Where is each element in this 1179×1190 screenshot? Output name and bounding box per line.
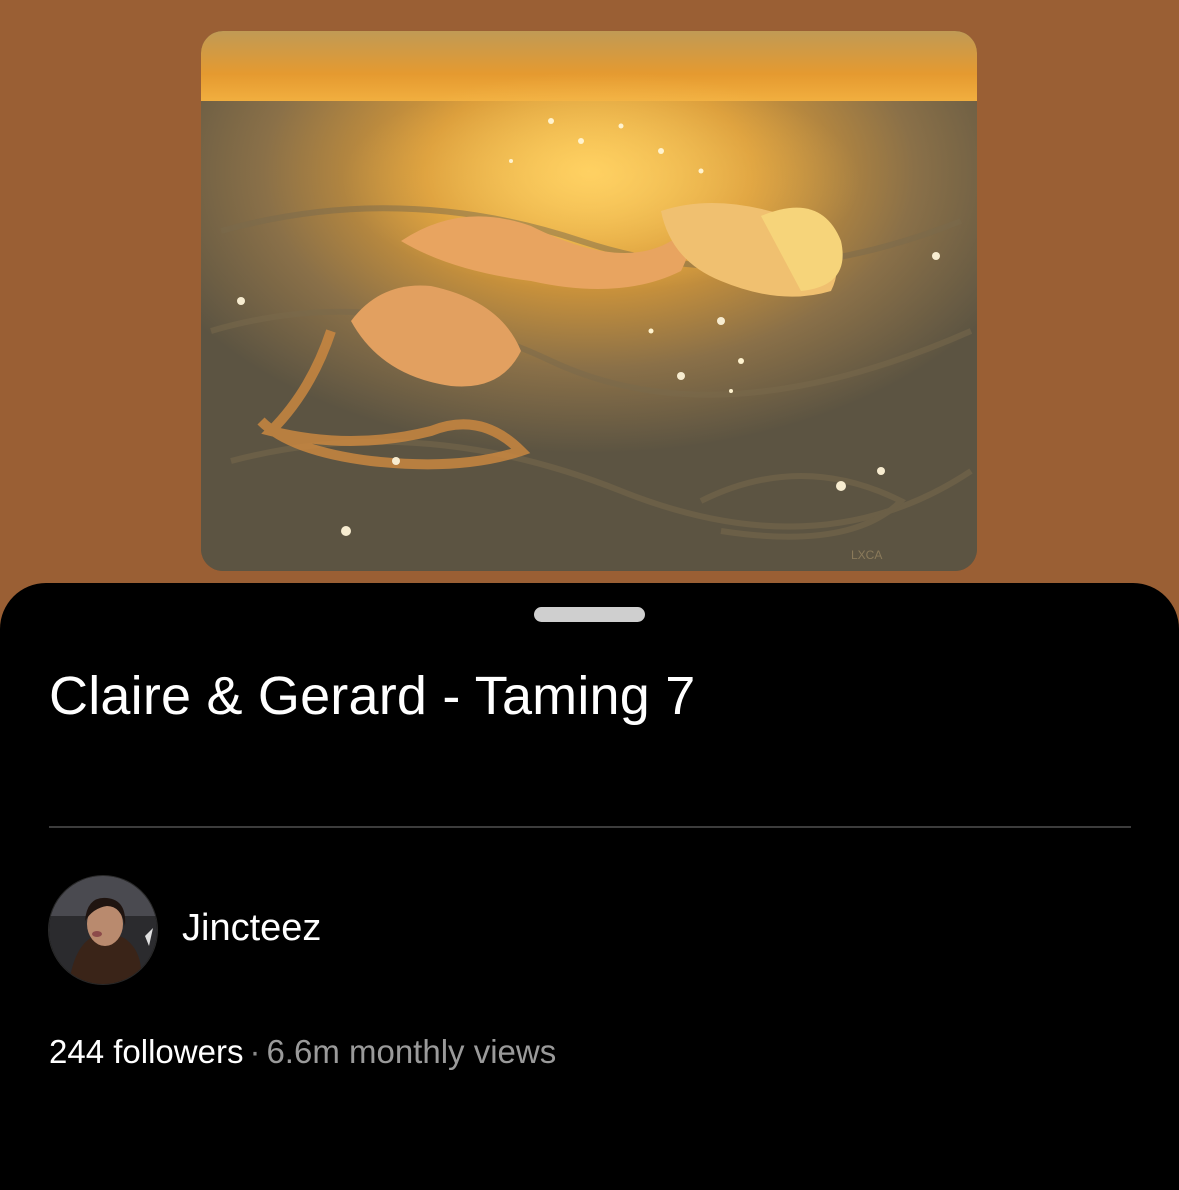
divider: [49, 826, 1131, 828]
svg-text:LXCA: LXCA: [851, 548, 882, 562]
avatar-photo-icon: [49, 876, 157, 984]
header-background: LXCA: [0, 0, 1179, 620]
board-cover-image[interactable]: LXCA: [201, 31, 977, 571]
creator-profile-link[interactable]: Jincteez: [48, 875, 321, 985]
stats-separator: ·: [249, 1033, 261, 1070]
creator-stats: 244 followers · 6.6m monthly views: [49, 1033, 556, 1071]
drag-handle[interactable]: [534, 607, 645, 622]
board-details-sheet: Claire & Gerard - Taming 7 Jincteez 244 …: [0, 583, 1179, 1190]
followers-count[interactable]: 244 followers: [49, 1033, 243, 1070]
avatar[interactable]: [48, 875, 158, 985]
creator-username[interactable]: Jincteez: [182, 907, 321, 950]
artwork-image: LXCA: [201, 31, 977, 571]
monthly-views: 6.6m monthly views: [266, 1033, 557, 1070]
board-title: Claire & Gerard - Taming 7: [49, 666, 696, 726]
